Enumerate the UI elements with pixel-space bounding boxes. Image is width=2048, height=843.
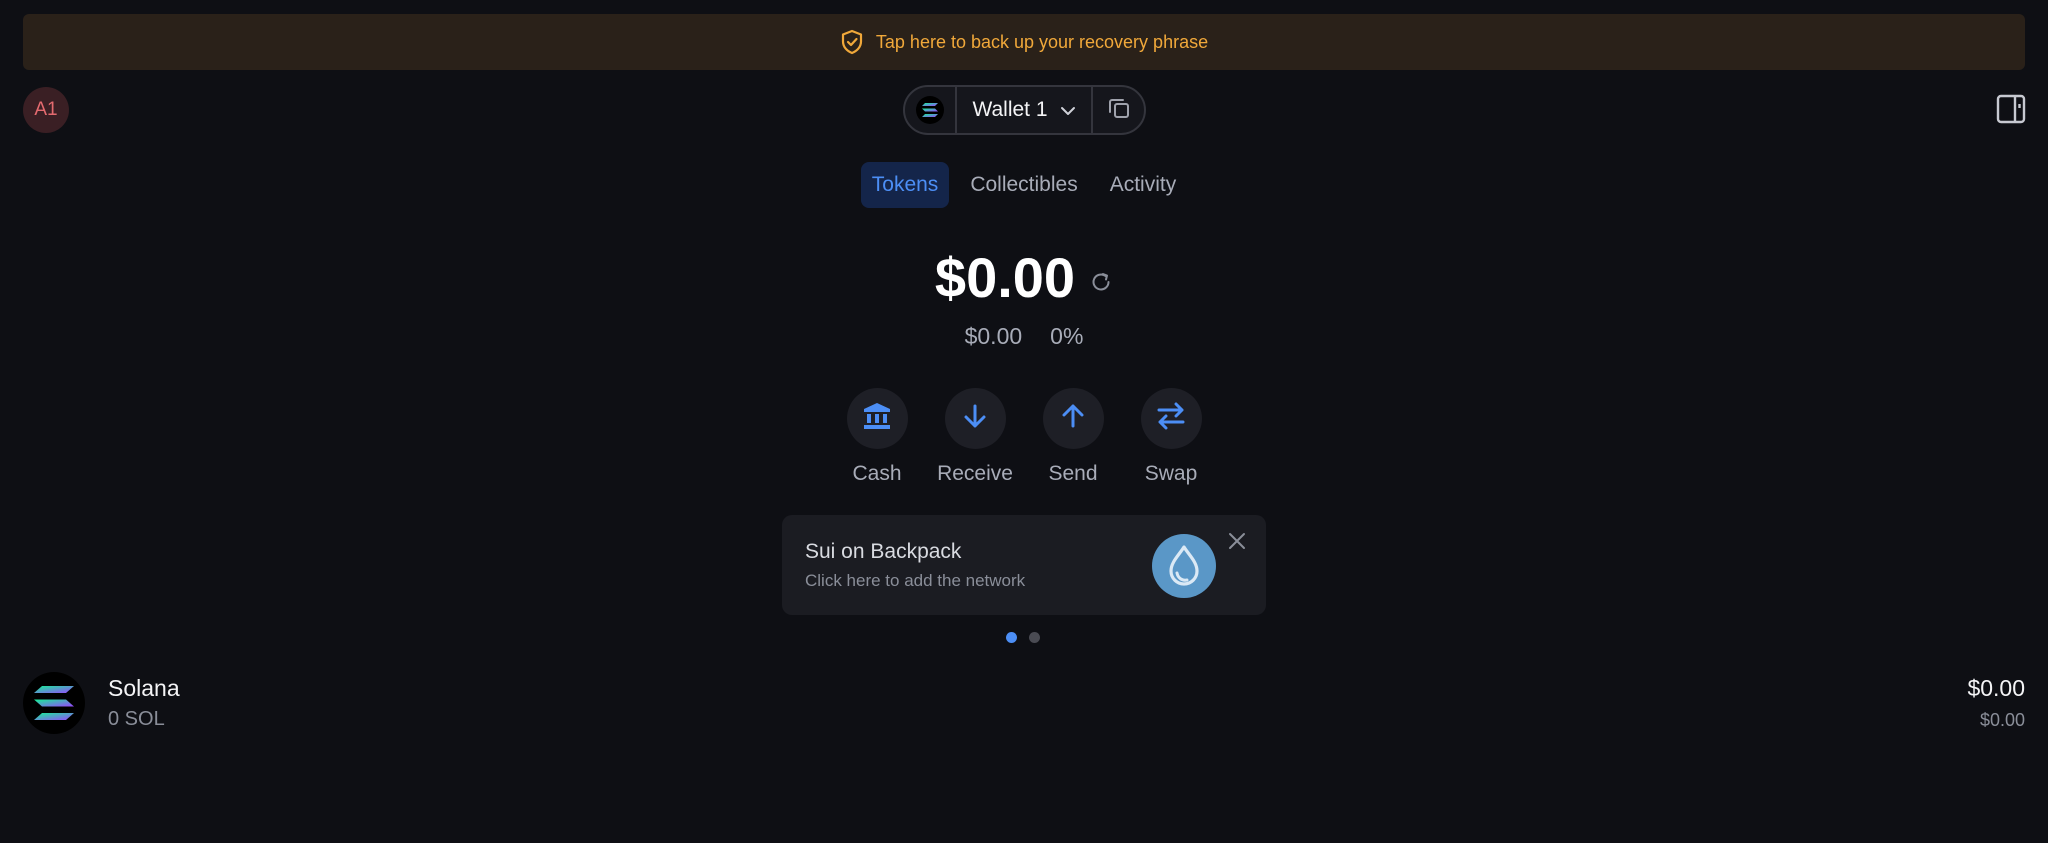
sui-icon [1152,534,1216,598]
balance-change-percent: 0% [1050,323,1084,349]
action-buttons: Cash Receive Send Swap [0,388,2048,486]
copy-icon [1107,96,1131,125]
balance-row: $0.00 [0,245,2048,310]
close-icon[interactable] [1227,531,1247,551]
balance-change: $0.00 0% [0,323,2048,350]
token-value: $0.00 [1967,675,2025,701]
send-label: Send [1048,462,1098,485]
shield-check-icon [840,29,864,55]
backup-banner[interactable]: Tap here to back up your recovery phrase [23,14,2025,70]
refresh-icon[interactable] [1089,270,1113,294]
avatar-text: A1 [34,99,58,120]
receive-circle[interactable] [944,388,1006,449]
arrow-down-icon [961,402,989,435]
total-balance: $0.00 [934,246,1076,309]
carousel-dot[interactable] [1029,632,1040,643]
solana-icon [23,672,85,734]
backup-banner-text: Tap here to back up your recovery phrase [875,31,1209,52]
promo-subtitle: Click here to add the network [805,571,1026,590]
promo-title: Sui on Backpack [805,540,962,563]
swap-label: Swap [1144,462,1198,485]
receive-label: Receive [937,462,1013,485]
balance-change-value: $0.00 [964,323,1023,349]
main-tabs: Tokens Collectibles Activity [0,162,2048,208]
copy-address-button[interactable] [1093,87,1144,133]
bank-icon [862,401,892,436]
token-amount: 0 SOL [108,708,165,730]
token-row[interactable]: Solana 0 SOL $0.00 $0.00 [23,672,2025,736]
tab-collectibles[interactable]: Collectibles [959,162,1088,208]
carousel-dots [1006,632,1040,643]
cash-circle[interactable] [846,388,908,449]
sidepanel-button[interactable] [1995,94,2027,129]
tab-activity[interactable]: Activity [1099,162,1188,208]
swap-icon [1155,402,1187,435]
sidepanel-icon [1996,94,2026,129]
token-value-change: $0.00 [1979,710,2025,730]
wallet-name-dropdown[interactable]: Wallet 1 [957,87,1093,133]
send-button[interactable]: Send [1042,388,1104,486]
carousel-dot[interactable] [1006,632,1017,643]
arrow-up-icon [1059,402,1087,435]
account-avatar[interactable]: A1 [23,87,69,133]
token-name: Solana [108,675,180,701]
send-circle[interactable] [1042,388,1104,449]
network-button[interactable] [905,87,957,133]
receive-button[interactable]: Receive [937,388,1013,486]
solana-icon [916,96,944,124]
cash-label: Cash [852,462,902,485]
promo-card[interactable]: Sui on Backpack Click here to add the ne… [782,515,1266,615]
tab-tokens[interactable]: Tokens [860,162,950,208]
cash-button[interactable]: Cash [846,388,908,486]
chevron-down-icon [1060,98,1076,122]
wallet-name: Wallet 1 [972,98,1048,121]
swap-circle[interactable] [1140,388,1202,449]
swap-button[interactable]: Swap [1140,388,1202,486]
wallet-selector: Wallet 1 [903,85,1146,135]
